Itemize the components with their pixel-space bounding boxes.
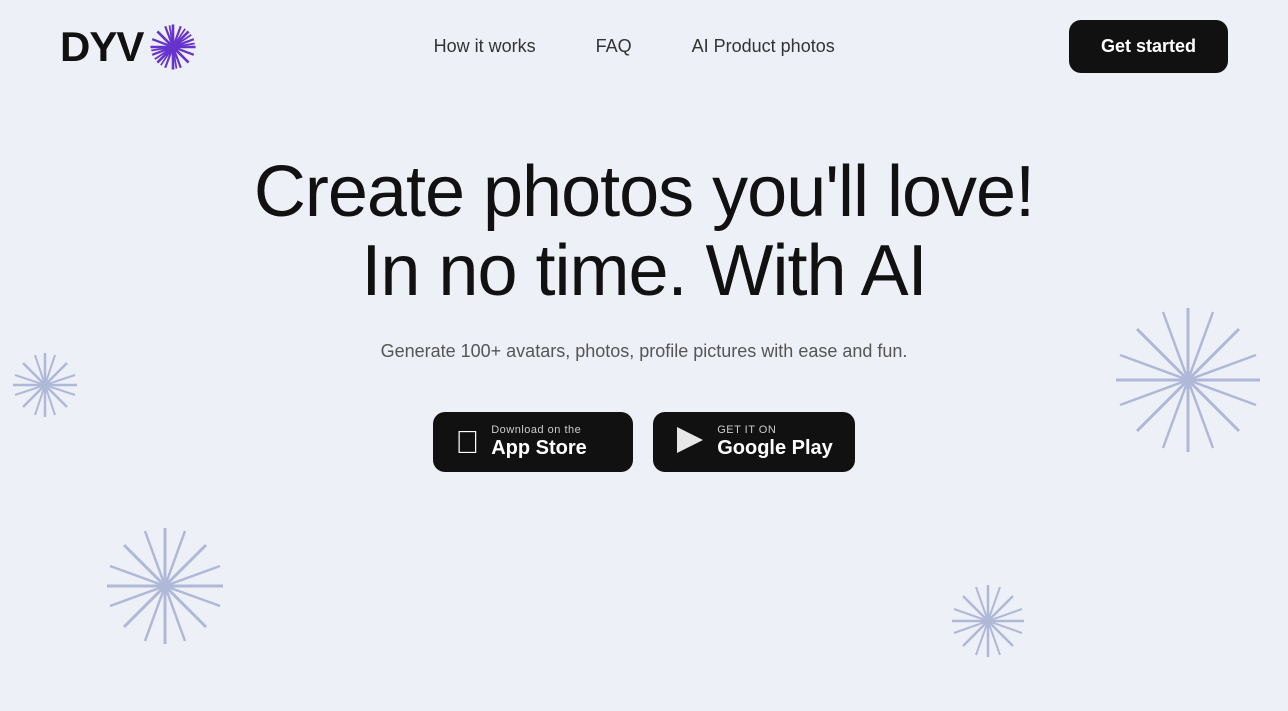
google-play-big-text: Google Play [717,436,833,460]
hero-subtitle: Generate 100+ avatars, photos, profile p… [381,341,908,362]
logo-starburst-icon [147,21,199,73]
hero-title-line1: Create photos you'll love! [254,153,1034,232]
decoration-starburst-2 [100,521,230,651]
app-store-text: Download on the App Store [491,424,587,460]
get-started-button[interactable]: Get started [1069,20,1228,73]
google-play-icon [675,425,705,460]
hero-section: Create photos you'll love! In no time. W… [0,93,1288,512]
app-store-button[interactable]:  Download on the App Store [433,412,633,472]
google-play-text: GET IT ON Google Play [717,424,833,460]
nav-link-faq[interactable]: FAQ [596,36,632,57]
navbar: DYV How it works FAQ AI Product photos [0,0,1288,93]
decoration-starburst-5 [948,581,1028,661]
nav-link-how-it-works[interactable]: How it works [434,36,536,57]
google-play-button[interactable]: GET IT ON Google Play [653,412,855,472]
google-play-small-text: GET IT ON [717,424,776,436]
hero-title-line2: In no time. With AI [361,232,926,311]
apple-icon:  [455,426,479,458]
app-store-big-text: App Store [491,436,587,460]
nav-link-ai-product-photos[interactable]: AI Product photos [692,36,835,57]
logo[interactable]: DYV [60,21,199,73]
app-store-small-text: Download on the [491,424,581,436]
logo-text: DYV [60,23,143,71]
app-buttons:  Download on the App Store GET IT ON Go… [433,412,855,472]
nav-links: How it works FAQ AI Product photos [434,36,835,57]
